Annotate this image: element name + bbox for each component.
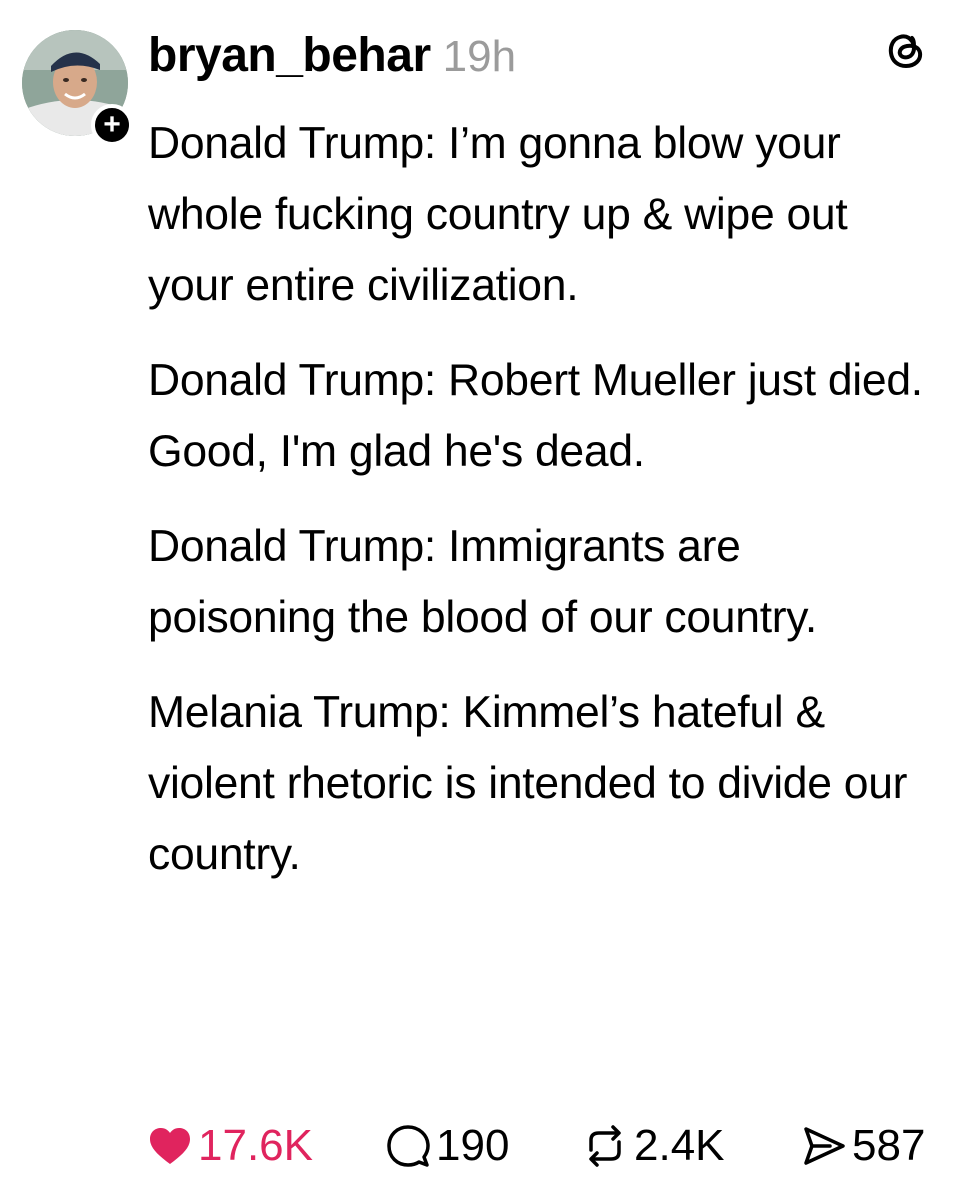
post-header: bryan_behar 19h [148, 28, 516, 92]
post-paragraph-1: Donald Trump: I’m gonna blow your whole … [148, 119, 848, 310]
timestamp: 19h [442, 32, 517, 81]
share-button[interactable]: 587 [802, 1118, 925, 1174]
post-paragraph-4: Melania Trump: Kimmel’s hateful & violen… [148, 688, 908, 879]
post-paragraph-2: Donald Trump: Robert Mueller just died. … [148, 356, 923, 476]
repost-button[interactable]: 2.4K [582, 1118, 725, 1174]
post-body: Donald Trump: I’m gonna blow your whole … [148, 108, 938, 914]
username[interactable]: bryan_behar [148, 28, 431, 83]
repost-icon [582, 1124, 628, 1168]
like-count: 17.6K [198, 1121, 313, 1170]
follow-button[interactable]: + [91, 104, 133, 146]
like-button[interactable]: 17.6K [148, 1118, 313, 1174]
heart-icon [148, 1126, 192, 1166]
share-count: 587 [852, 1121, 926, 1170]
comment-bubble-icon [386, 1124, 430, 1168]
action-bar: 17.6K 190 2.4K 587 [148, 1118, 948, 1174]
repost-count: 2.4K [634, 1121, 725, 1170]
comment-button[interactable]: 190 [386, 1118, 509, 1174]
post-paragraph-3: Donald Trump: Immigrants are poisoning t… [148, 522, 817, 642]
comment-count: 190 [436, 1121, 510, 1170]
threads-logo-icon [884, 28, 928, 72]
plus-icon: + [103, 108, 121, 141]
send-icon [802, 1124, 846, 1168]
